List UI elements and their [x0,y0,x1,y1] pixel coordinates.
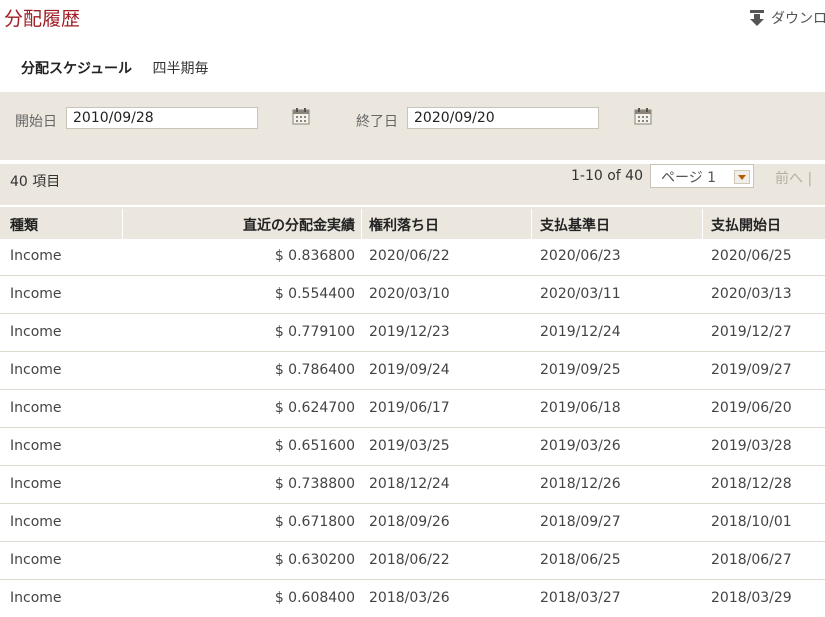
cell-ex-date: 2020/06/22 [369,248,450,264]
cell-amount: $ 0.608400 [274,590,355,606]
start-date-input[interactable] [66,107,258,129]
end-date-label: 終了日 [356,114,398,130]
pagination-bar: 40 項目 1-10 of 40 ページ 1 前へ | [0,163,825,206]
cell-record-date: 2019/12/24 [540,324,621,340]
download-label: ダウンロ [771,11,825,27]
table-row: Income $ 0.738800 2018/12/24 2018/12/26 … [0,465,825,504]
page-select-value: ページ 1 [661,170,717,186]
column-header-record-date[interactable]: 支払基準日 [540,215,610,235]
cell-type: Income [10,438,62,454]
table-row: Income $ 0.630200 2018/06/22 2018/06/25 … [0,541,825,580]
page-title: 分配履歴 [4,8,81,30]
cell-record-date: 2018/03/27 [540,590,621,606]
page-range: 1-10 of 40 [571,168,643,184]
cell-record-date: 2020/03/11 [540,286,621,302]
table-row: Income $ 0.671800 2018/09/26 2018/09/27 … [0,503,825,542]
cell-record-date: 2018/06/25 [540,552,621,568]
download-icon [750,10,764,26]
cell-ex-date: 2018/06/22 [369,552,450,568]
page-select[interactable]: ページ 1 [650,164,754,188]
cell-pay-date: 2019/06/20 [711,400,792,416]
cell-ex-date: 2019/12/23 [369,324,450,340]
cell-type: Income [10,324,62,340]
cell-amount: $ 0.779100 [274,324,355,340]
cell-amount: $ 0.630200 [274,552,355,568]
distribution-schedule: 分配スケジュール 四半期毎 [21,58,208,78]
cell-record-date: 2018/12/26 [540,476,621,492]
cell-pay-date: 2019/12/27 [711,324,792,340]
table-row: Income $ 0.786400 2019/09/24 2019/09/25 … [0,351,825,390]
start-date-label: 開始日 [15,114,57,130]
cell-type: Income [10,552,62,568]
cell-pay-date: 2018/12/28 [711,476,792,492]
cell-ex-date: 2018/12/24 [369,476,450,492]
cell-ex-date: 2019/06/17 [369,400,450,416]
table-header: 種類 直近の分配金実績 権利落ち日 支払基準日 支払開始日 [0,205,825,239]
download-link[interactable]: ダウンロ [748,8,825,28]
end-date-input[interactable] [407,107,599,129]
column-header-type[interactable]: 種類 [10,215,38,235]
cell-amount: $ 0.624700 [274,400,355,416]
cell-pay-date: 2020/03/13 [711,286,792,302]
column-header-ex-date[interactable]: 権利落ち日 [369,215,439,235]
cell-amount: $ 0.651600 [274,438,355,454]
cell-record-date: 2019/09/25 [540,362,621,378]
cell-record-date: 2019/06/18 [540,400,621,416]
cell-pay-date: 2018/10/01 [711,514,792,530]
schedule-value: 四半期毎 [152,61,209,77]
cell-amount: $ 0.671800 [274,514,355,530]
cell-amount: $ 0.786400 [274,362,355,378]
table-row: Income $ 0.624700 2019/06/17 2019/06/18 … [0,389,825,428]
calendar-icon[interactable] [292,107,310,125]
cell-type: Income [10,476,62,492]
cell-type: Income [10,248,62,264]
cell-pay-date: 2020/06/25 [711,248,792,264]
item-count: 40 項目 [10,174,61,190]
cell-amount: $ 0.836800 [274,248,355,264]
cell-type: Income [10,514,62,530]
cell-type: Income [10,590,62,606]
calendar-icon[interactable] [634,107,652,125]
cell-amount: $ 0.554400 [274,286,355,302]
column-header-amount[interactable]: 直近の分配金実績 [120,215,355,235]
cell-pay-date: 2018/06/27 [711,552,792,568]
cell-type: Income [10,362,62,378]
cell-pay-date: 2018/03/29 [711,590,792,606]
table-row: Income $ 0.554400 2020/03/10 2020/03/11 … [0,275,825,314]
cell-record-date: 2019/03/26 [540,438,621,454]
cell-ex-date: 2019/03/25 [369,438,450,454]
cell-ex-date: 2018/09/26 [369,514,450,530]
cell-ex-date: 2020/03/10 [369,286,450,302]
column-divider [531,209,532,239]
cell-type: Income [10,400,62,416]
table-row: Income $ 0.608400 2018/03/26 2018/03/27 … [0,579,825,617]
column-divider [361,209,362,239]
cell-ex-date: 2018/03/26 [369,590,450,606]
cell-ex-date: 2019/09/24 [369,362,450,378]
table-row: Income $ 0.651600 2019/03/25 2019/03/26 … [0,427,825,466]
cell-amount: $ 0.738800 [274,476,355,492]
cell-pay-date: 2019/03/28 [711,438,792,454]
table-row: Income $ 0.836800 2020/06/22 2020/06/23 … [0,237,825,276]
cell-pay-date: 2019/09/27 [711,362,792,378]
column-divider [702,209,703,239]
cell-record-date: 2018/09/27 [540,514,621,530]
table-row: Income $ 0.779100 2019/12/23 2019/12/24 … [0,313,825,352]
prev-page-link[interactable]: 前へ | [775,168,812,188]
date-filter-panel: 開始日 終了日 [0,92,825,160]
column-header-pay-date[interactable]: 支払開始日 [711,215,781,235]
schedule-label: 分配スケジュール [21,61,133,77]
cell-record-date: 2020/06/23 [540,248,621,264]
chevron-down-icon[interactable] [734,170,750,184]
cell-type: Income [10,286,62,302]
